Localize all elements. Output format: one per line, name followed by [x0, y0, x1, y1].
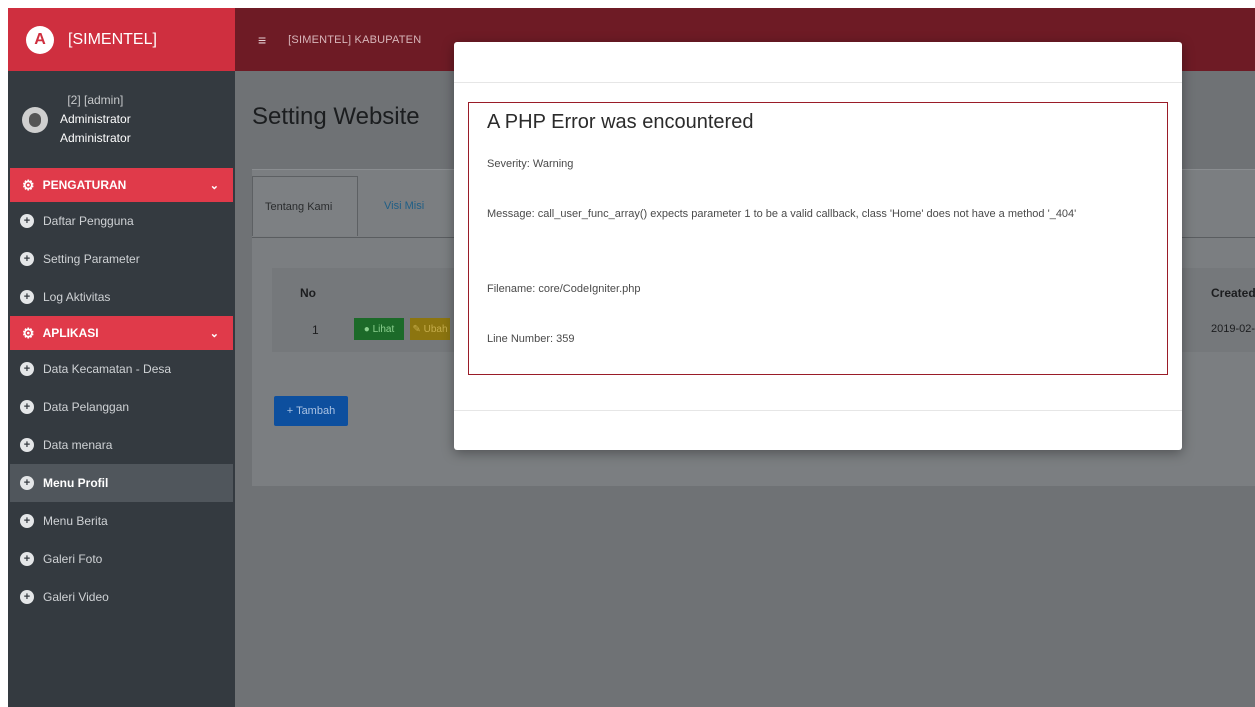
column-header-created: Created_on: [1211, 286, 1255, 300]
sidebar-item-label: Data Kecamatan - Desa: [43, 362, 172, 376]
plus-circle-icon: +: [20, 214, 34, 228]
plus-circle-icon: +: [20, 476, 34, 490]
cell-created: 2019-02-26: [1211, 323, 1255, 335]
edit-button-label: Ubah: [423, 323, 448, 335]
sidebar-item-label: Log Aktivitas: [43, 290, 111, 304]
sidebar-item-daftar-pengguna[interactable]: + Daftar Pengguna: [8, 202, 235, 240]
view-button-label: Lihat: [372, 323, 395, 335]
view-button[interactable]: ● Lihat: [354, 318, 404, 340]
user-role: Administrator: [60, 131, 131, 145]
plus-circle-icon: +: [20, 400, 34, 414]
sidebar: A [SIMENTEL] [2] [admin] Administrator A…: [8, 8, 235, 707]
hamburger-icon[interactable]: ≡: [258, 32, 266, 48]
sidebar-section-pengaturan[interactable]: ⚙ PENGATURAN ⌄: [10, 168, 233, 202]
error-line-number: Line Number: 359: [487, 333, 575, 345]
sidebar-item-data-pelanggan[interactable]: + Data Pelanggan: [8, 388, 235, 426]
plus-circle-icon: +: [20, 252, 34, 266]
modal-footer-divider: [454, 410, 1182, 411]
plus-circle-icon: +: [20, 290, 34, 304]
error-modal: A PHP Error was encountered Severity: Wa…: [454, 42, 1182, 450]
section-label: PENGATURAN: [42, 178, 127, 192]
php-error-box: A PHP Error was encountered Severity: Wa…: [468, 102, 1168, 375]
column-header-no: No: [300, 286, 316, 300]
sidebar-item-galeri-video[interactable]: + Galeri Video: [8, 578, 235, 616]
plus-circle-icon: +: [20, 590, 34, 604]
chevron-down-icon: ⌄: [209, 327, 219, 340]
gear-icon: ⚙: [22, 324, 35, 341]
modal-header: [454, 42, 1182, 83]
plus-circle-icon: +: [20, 438, 34, 452]
plus-circle-icon: +: [20, 552, 34, 566]
tab-tentang-kami[interactable]: Tentang Kami: [252, 176, 358, 236]
edit-icon: ✎: [412, 323, 424, 335]
sidebar-item-label: Menu Berita: [43, 514, 108, 528]
user-name: Administrator: [60, 112, 131, 126]
sidebar-item-label: Setting Parameter: [43, 252, 140, 266]
sidebar-item-label: Data menara: [43, 438, 113, 452]
navbar-title: [SIMENTEL] KABUPATEN: [288, 33, 422, 46]
app-frame: A [SIMENTEL] [2] [admin] Administrator A…: [8, 8, 1255, 707]
cell-no: 1: [312, 323, 319, 337]
sidebar-item-galeri-foto[interactable]: + Galeri Foto: [8, 540, 235, 578]
page-title: Setting Website: [252, 103, 420, 130]
sidebar-item-label: Menu Profil: [43, 476, 109, 490]
brand-logo: A: [26, 25, 54, 54]
user-id: [2] [admin]: [67, 93, 124, 107]
error-message: Message: call_user_func_array() expects …: [487, 208, 1077, 220]
avatar: [22, 106, 48, 133]
sidebar-item-label: Data Pelanggan: [43, 400, 130, 414]
sidebar-item-menu-berita[interactable]: + Menu Berita: [8, 502, 235, 540]
sidebar-item-data-menara[interactable]: + Data menara: [8, 426, 235, 464]
sidebar-item-label: Daftar Pengguna: [43, 214, 134, 228]
brand[interactable]: A [SIMENTEL]: [8, 8, 235, 71]
add-button[interactable]: + Tambah: [274, 396, 348, 426]
error-severity: Severity: Warning: [487, 158, 574, 170]
error-title: A PHP Error was encountered: [487, 111, 754, 133]
sidebar-item-label: Galeri Foto: [43, 552, 103, 566]
tab-visi-misi[interactable]: Visi Misi: [372, 176, 436, 236]
sidebar-item-label: Galeri Video: [43, 590, 109, 604]
error-filename: Filename: core/CodeIgniter.php: [487, 283, 641, 295]
plus-circle-icon: +: [20, 514, 34, 528]
sidebar-item-log-aktivitas[interactable]: + Log Aktivitas: [8, 278, 235, 316]
gear-icon: ⚙: [22, 176, 35, 193]
plus-circle-icon: +: [20, 362, 34, 376]
sidebar-item-setting-parameter[interactable]: + Setting Parameter: [8, 240, 235, 278]
user-panel: [2] [admin] Administrator Administrator: [8, 71, 235, 168]
sidebar-section-aplikasi[interactable]: ⚙ APLIKASI ⌄: [10, 316, 233, 350]
sidebar-item-data-kecamatan[interactable]: + Data Kecamatan - Desa: [8, 350, 235, 388]
brand-name: [SIMENTEL]: [68, 30, 157, 48]
chevron-down-icon: ⌄: [209, 179, 219, 192]
sidebar-item-menu-profil[interactable]: + Menu Profil: [10, 464, 233, 502]
section-label: APLIKASI: [42, 326, 99, 340]
eye-icon: ●: [363, 323, 373, 335]
edit-button[interactable]: ✎ Ubah: [410, 318, 450, 340]
